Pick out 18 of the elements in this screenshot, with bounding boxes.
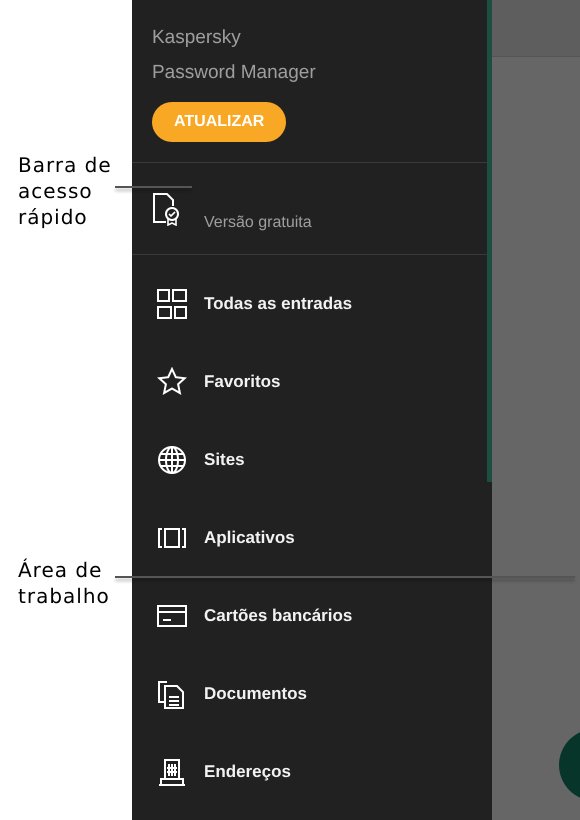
building-icon: [157, 757, 187, 787]
menu-item[interactable]: Favoritos: [132, 343, 486, 421]
annotation-label: Barra de acesso rápido: [18, 152, 113, 230]
certificate-icon: [152, 192, 180, 226]
menu-item[interactable]: Endereços: [132, 733, 486, 811]
menu-item[interactable]: Cartões bancários: [132, 577, 486, 655]
app-name: Password Manager: [152, 61, 316, 85]
star-icon: [157, 367, 187, 397]
annotation-label: Área de trabalho: [18, 557, 111, 609]
grid-icon: [157, 289, 187, 319]
menu-item[interactable]: Todas as entradas: [132, 265, 486, 343]
plan-label: Versão gratuita: [204, 214, 312, 232]
menu-item[interactable]: Documentos: [132, 655, 486, 733]
globe-icon: [157, 445, 187, 475]
documents-icon: [157, 679, 187, 709]
menu-item[interactable]: Aplicativos: [132, 499, 486, 577]
menu-item[interactable]: Sites: [132, 421, 486, 499]
app-name: Kaspersky: [152, 26, 241, 50]
